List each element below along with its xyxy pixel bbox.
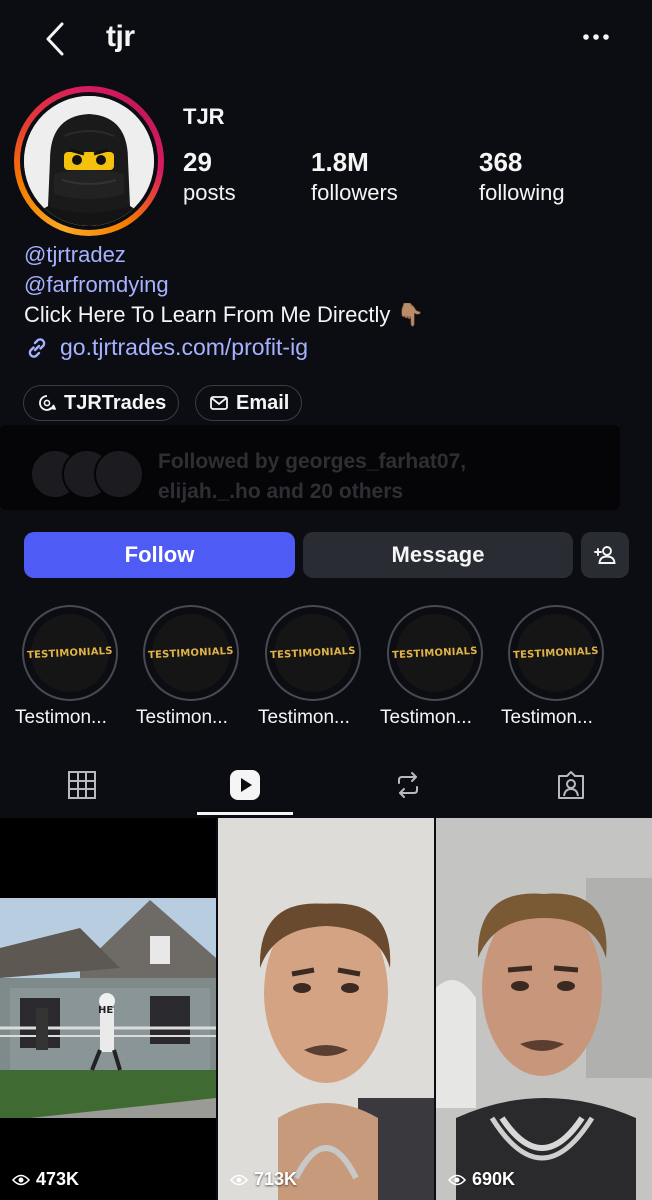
eye-icon	[230, 1174, 248, 1185]
chevron-left-icon	[46, 22, 64, 56]
eye-icon	[448, 1174, 466, 1185]
stat-label: posts	[183, 180, 236, 205]
add-user-icon	[594, 546, 616, 564]
view-count: 690K	[448, 1169, 515, 1190]
active-tab-indicator	[197, 812, 293, 815]
chip-label: TJRTrades	[64, 391, 167, 414]
mutual-avatars	[30, 449, 144, 499]
highlight-cover: TESTIMONIALS	[27, 614, 113, 692]
bio-text-content: Click Here To Learn From Me Directly	[24, 302, 391, 327]
tab-posts[interactable]	[0, 755, 163, 815]
highlight-label: Testimon...	[136, 707, 228, 728]
tab-reels[interactable]	[163, 755, 326, 815]
threads-chip[interactable]: TJRTrades	[23, 385, 180, 421]
stat-value: 1.8M	[311, 147, 369, 177]
overlay-caption: HE	[98, 1005, 113, 1016]
view-count-value: 713K	[254, 1169, 298, 1189]
highlight-label: Testimon...	[380, 707, 472, 728]
highlight-cover: TESTIMONIALS	[392, 614, 478, 692]
mention-link[interactable]: @farfromdying	[24, 270, 424, 300]
highlight-cover-text: TESTIMONIALS	[26, 645, 114, 661]
ninja-avatar-icon	[24, 96, 154, 226]
highlight-label: Testimon...	[501, 707, 593, 728]
suggested-users-button[interactable]	[581, 532, 629, 578]
message-button[interactable]: Message	[303, 532, 573, 578]
tab-tagged[interactable]	[489, 755, 652, 815]
stat-label: following	[479, 180, 565, 205]
highlight-label: Testimon...	[258, 707, 350, 728]
chip-label: Email	[236, 391, 290, 414]
more-options-button[interactable]	[578, 22, 614, 52]
stat-label: followers	[311, 180, 398, 205]
page-title: tjr	[106, 20, 135, 53]
bio-link-text: go.tjrtrades.com/profit-ig	[60, 334, 308, 360]
story-ring[interactable]	[14, 86, 164, 236]
link-icon	[28, 337, 46, 358]
highlight-ring: TESTIMONIALS	[387, 605, 483, 701]
view-count: 473K	[12, 1169, 79, 1190]
bio: @tjrtradez @farfromdying Click Here To L…	[24, 240, 424, 330]
highlight-cover-text: TESTIMONIALS	[147, 645, 235, 661]
repost-icon	[397, 772, 418, 798]
highlight-cover-text: TESTIMONIALS	[269, 645, 357, 661]
highlight-cover: TESTIMONIALS	[513, 614, 599, 692]
highlight-cover: TESTIMONIALS	[270, 614, 356, 692]
mention-link[interactable]: @tjrtradez	[24, 240, 424, 270]
highlight-ring: TESTIMONIALS	[143, 605, 239, 701]
highlight-cover-text: TESTIMONIALS	[391, 645, 479, 661]
view-count: 713K	[230, 1169, 297, 1190]
stat-value: 368	[479, 147, 523, 177]
followed-by[interactable]: Followed by georges_farhat07, elijah._.h…	[0, 425, 620, 510]
stat-posts[interactable]: 29 posts	[183, 146, 236, 208]
view-count-value: 473K	[36, 1169, 80, 1189]
stat-value: 29	[183, 147, 212, 177]
threads-icon	[39, 395, 56, 411]
highlight-ring: TESTIMONIALS	[265, 605, 361, 701]
bio-text: Click Here To Learn From Me Directly 👇🏽	[24, 300, 424, 330]
highlight-cover: TESTIMONIALS	[148, 614, 234, 692]
followed-by-text: Followed by georges_farhat07, elijah._.h…	[158, 450, 467, 503]
grid-icon	[67, 771, 96, 799]
selfie-video-image	[436, 818, 652, 1200]
top-bar: tjr	[0, 0, 652, 78]
reel-thumbnail[interactable]: 690K	[436, 818, 652, 1200]
reel-thumbnail[interactable]: HE 473K	[0, 818, 216, 1200]
view-count-value: 690K	[472, 1169, 516, 1189]
reels-grid: HE 473K 713K 690K	[0, 818, 652, 1200]
highlight-label: Testimon...	[15, 707, 107, 728]
highlight-ring: TESTIMONIALS	[22, 605, 118, 701]
back-button[interactable]	[40, 20, 74, 58]
highlight-ring: TESTIMONIALS	[508, 605, 604, 701]
eye-icon	[12, 1174, 30, 1185]
follow-button[interactable]: Follow	[24, 532, 295, 578]
stat-followers[interactable]: 1.8M followers	[311, 146, 398, 208]
reels-icon	[229, 770, 260, 800]
avatar	[24, 96, 154, 226]
reel-thumbnail[interactable]: 713K	[218, 818, 434, 1200]
pointing-down-emoji-icon: 👇🏽	[396, 302, 424, 327]
mutual-avatar	[94, 449, 144, 499]
tab-reposts[interactable]	[326, 755, 489, 815]
tagged-icon	[557, 771, 584, 799]
bio-link[interactable]: go.tjrtrades.com/profit-ig	[24, 334, 308, 361]
selfie-video-image	[218, 818, 434, 1200]
stat-following[interactable]: 368 following	[479, 146, 565, 208]
more-icon	[583, 34, 609, 40]
display-name: TJR	[183, 104, 225, 129]
email-chip[interactable]: Email	[195, 385, 303, 421]
house-scene-image: HE	[0, 898, 216, 1118]
mail-icon	[210, 396, 228, 410]
content-tabs	[0, 755, 652, 815]
highlight-cover-text: TESTIMONIALS	[512, 645, 600, 661]
